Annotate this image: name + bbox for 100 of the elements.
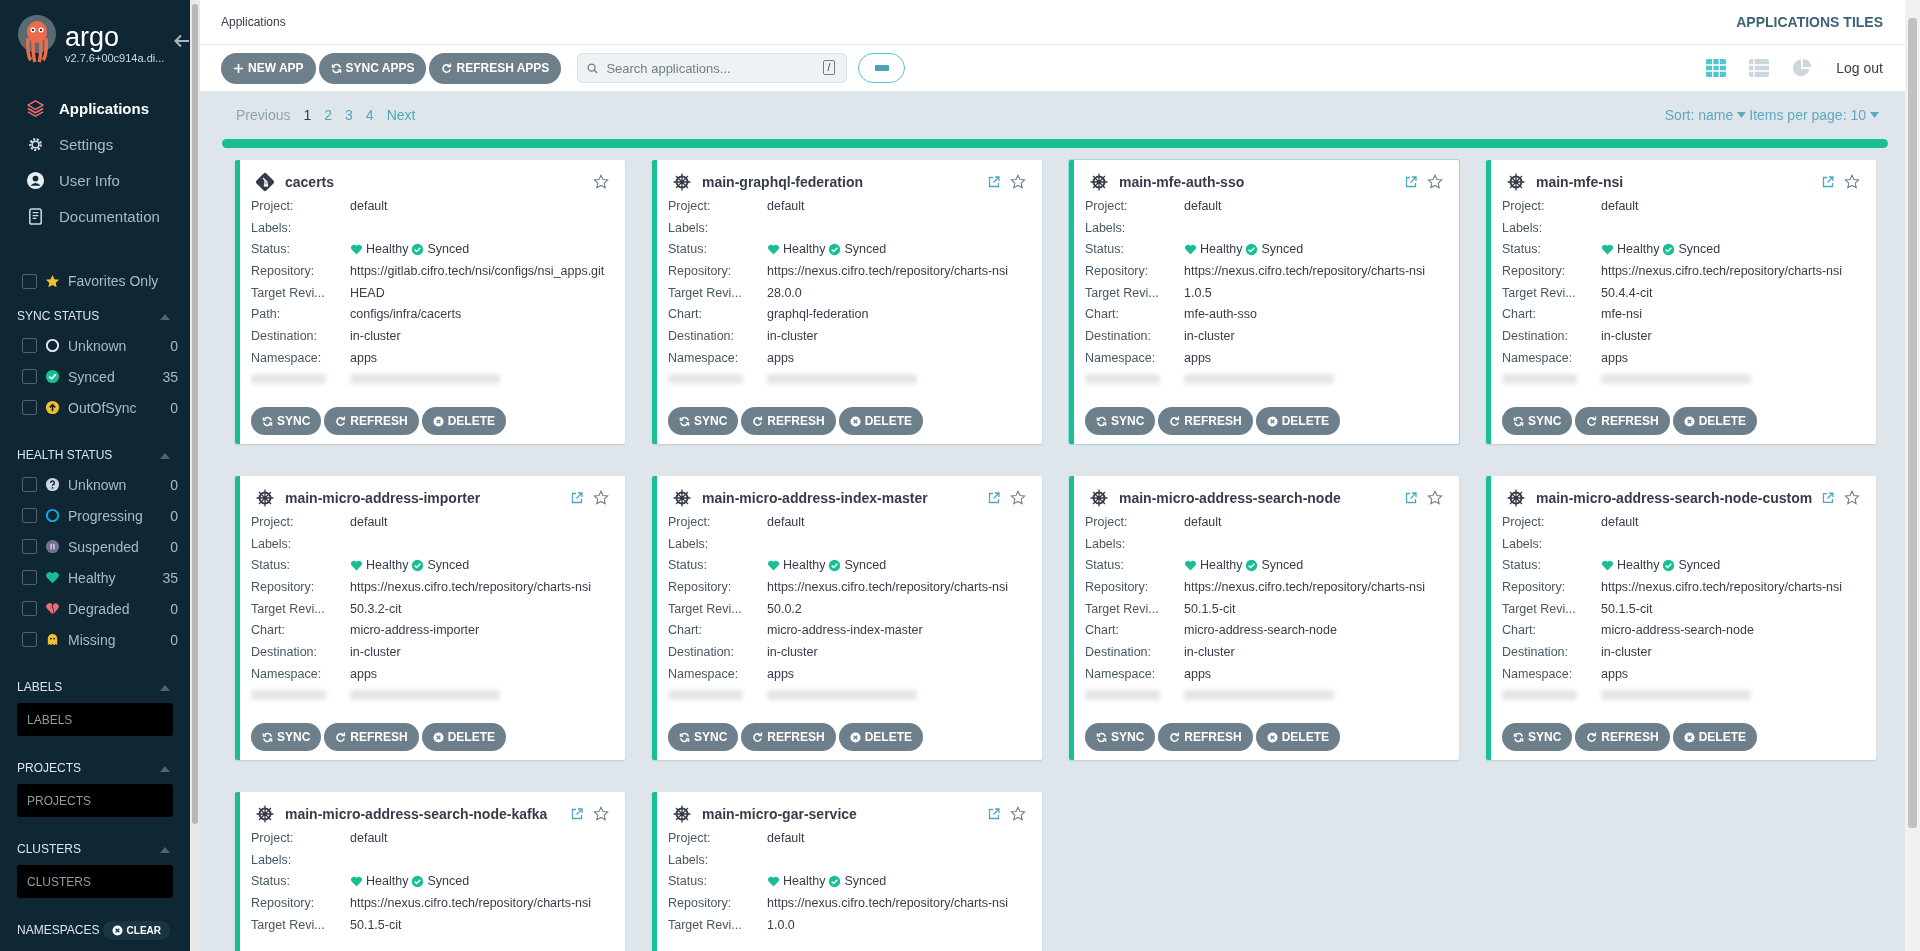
card-action-button[interactable]: SYNC [1502,407,1573,436]
card-action-button[interactable]: DELETE [421,407,507,436]
card-action-button[interactable]: REFRESH [1575,407,1670,436]
card-action-button[interactable]: SYNC [1502,723,1573,752]
card-action-button[interactable]: SYNC [668,407,739,436]
filter-label[interactable]: Missing [68,631,163,648]
collapse-caret-icon[interactable] [160,683,170,691]
filter-label[interactable]: Healthy [68,569,155,586]
card-action-button[interactable]: DELETE [838,407,924,436]
scrollbar[interactable] [190,0,200,951]
application-title[interactable]: main-micro-address-search-node [1119,490,1395,506]
page-link[interactable]: 1 [303,107,312,123]
nav-item[interactable]: Settings [0,126,190,162]
external-link-icon[interactable] [988,808,1000,820]
star-icon[interactable] [593,174,609,190]
external-link-icon[interactable] [1405,176,1417,188]
star-icon[interactable] [1010,806,1026,822]
filter-label[interactable]: Unknown [68,476,163,493]
card-action-button[interactable]: SYNC [1085,723,1156,752]
card-action-button[interactable]: SYNC [1085,407,1156,436]
star-icon[interactable] [1844,174,1860,190]
nav-item[interactable]: Applications [0,90,190,126]
application-card[interactable] [235,160,625,444]
application-card[interactable] [1486,476,1876,760]
filter-label[interactable]: Favorites Only [68,273,159,289]
logout-link[interactable]: Log out [1836,60,1883,76]
items-per-page-dropdown[interactable]: Items per page: 10 [1749,107,1879,123]
next-link[interactable]: Next [386,107,416,123]
application-title[interactable]: main-mfe-nsi [1536,174,1812,190]
collapse-caret-icon[interactable] [160,764,170,772]
card-action-button[interactable]: DELETE [1255,407,1341,436]
card-action-button[interactable]: REFRESH [1158,407,1253,436]
card-action-button[interactable]: REFRESH [741,407,836,436]
external-link-icon[interactable] [1822,492,1835,504]
card-action-button[interactable]: SYNC [251,407,322,436]
previous-link[interactable]: Previous [236,107,291,123]
star-icon[interactable] [1427,174,1443,190]
external-link-icon[interactable] [571,808,583,820]
checkbox[interactable] [22,400,37,415]
filter-label[interactable]: Unknown [68,337,163,354]
sort-dropdown[interactable]: Sort: name [1664,107,1747,123]
card-action-button[interactable]: DELETE [1672,723,1758,752]
star-icon[interactable] [1844,490,1860,506]
filter-toggle-button[interactable] [858,53,906,83]
checkbox[interactable] [22,338,37,353]
checkbox[interactable] [22,508,37,523]
scrollbar[interactable] [1905,0,1920,951]
filter-label[interactable]: Degraded [68,600,163,617]
checkbox[interactable] [22,632,37,647]
filter-label[interactable]: Progressing [68,507,163,524]
application-title[interactable]: cacerts [285,174,583,190]
external-link-icon[interactable] [1405,492,1417,504]
card-action-button[interactable]: REFRESH [1158,723,1253,752]
application-card[interactable]: main-micro-gar-service Project: default Labels: Status: Healthy Synced Repository: https://nexus.cifro.tech/repository/charts-nsi Target Revi... 1.0.0 [652,792,1042,951]
collapse-caret-icon[interactable] [160,312,170,320]
external-link-icon[interactable] [988,492,1000,504]
nav-item[interactable]: Documentation [0,198,190,234]
external-link-icon[interactable] [1822,176,1834,188]
toolbar-button[interactable]: REFRESH APPS [429,52,562,84]
application-title[interactable]: main-graphql-federation [702,174,978,190]
application-card[interactable] [652,476,1042,760]
card-action-button[interactable]: REFRESH [324,723,419,752]
application-card[interactable]: main-micro-address-search-node-kafka Project: default Labels: Status: Healthy Synced Repository: https://nexus.cifro.tech/repository/charts-nsi Target Revi... 50.1.5-cit [235,792,625,951]
application-card[interactable] [1486,160,1876,444]
filter-input[interactable]: CLUSTERS [17,865,173,898]
card-action-button[interactable]: SYNC [668,723,739,752]
card-action-button[interactable]: DELETE [421,723,507,752]
card-action-button[interactable]: REFRESH [324,407,419,436]
application-card[interactable] [1069,476,1459,760]
clear-button[interactable]: CLEAR [102,920,170,940]
application-title[interactable]: main-mfe-auth-sso [1119,174,1395,190]
application-card[interactable] [652,160,1042,444]
application-title[interactable]: main-micro-gar-service [702,806,978,822]
card-action-button[interactable]: REFRESH [741,723,836,752]
checkbox[interactable] [22,601,37,616]
application-title[interactable]: main-micro-address-importer [285,490,561,506]
application-card[interactable] [235,476,625,760]
card-action-button[interactable]: DELETE [838,723,924,752]
arrow-left-icon[interactable] [174,34,190,48]
star-icon[interactable] [1010,174,1026,190]
application-title[interactable]: main-micro-address-index-master [702,490,978,506]
filter-label[interactable]: Synced [68,368,155,385]
star-icon[interactable] [593,806,609,822]
card-action-button[interactable]: REFRESH [1575,723,1670,752]
card-action-button[interactable]: DELETE [1672,407,1758,436]
application-title[interactable]: main-micro-address-search-node-custom [1536,490,1813,506]
application-title[interactable]: main-micro-address-search-node-kafka [285,806,561,822]
filter-input[interactable]: LABELS [17,703,173,736]
collapse-caret-icon[interactable] [160,845,170,853]
filter-label[interactable]: Suspended [68,538,163,555]
collapse-caret-icon[interactable] [160,451,170,459]
checkbox[interactable] [22,369,37,384]
card-action-button[interactable]: DELETE [1255,723,1341,752]
page-link[interactable]: 3 [345,107,353,123]
nav-item[interactable]: User Info [0,162,190,198]
external-link-icon[interactable] [571,492,583,504]
page-link[interactable]: 2 [324,107,333,123]
star-icon[interactable] [1427,490,1443,506]
application-card[interactable] [1069,160,1459,444]
checkbox[interactable] [22,477,37,492]
